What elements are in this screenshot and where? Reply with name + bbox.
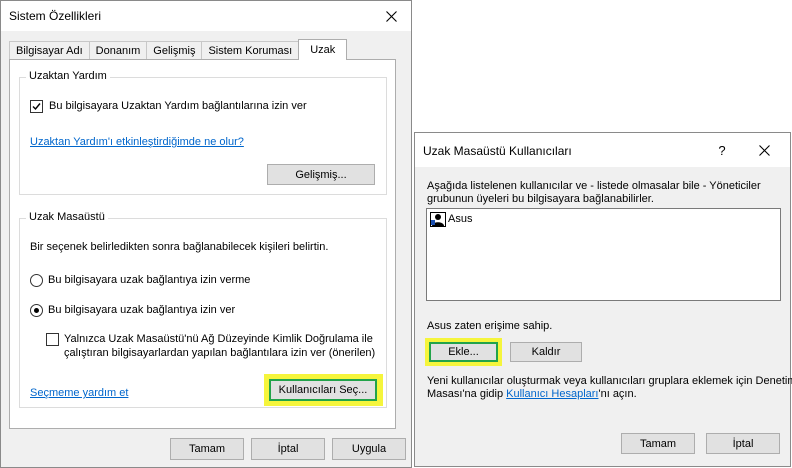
remote-tab-panel: Uzaktan Yardım Bu bilgisayara Uzaktan Ya… [9, 59, 396, 429]
window-title: Sistem Özellikleri [9, 9, 102, 23]
system-properties-window: Sistem Özellikleri Bilgisayar Adı Donanı… [0, 0, 412, 468]
rdusers-description-line2: grubunun üyeleri bu bilgisayara bağlanab… [427, 193, 654, 205]
remote-desktop-group: Uzak Masaüstü Bir seçenek belirledikten … [19, 211, 387, 408]
nla-label-line1[interactable]: Yalnızca Uzak Masaüstü'nü Ağ Düzeyinde K… [64, 333, 373, 345]
deny-remote-radio[interactable] [30, 274, 43, 287]
close-button[interactable] [371, 1, 411, 31]
ok-button[interactable]: Tamam [170, 438, 244, 460]
remote-desktop-description: Bir seçenek belirledikten sonra bağlanab… [30, 241, 329, 253]
user-name: Asus [448, 213, 473, 225]
access-status-text: Asus zaten erişime sahip. [427, 320, 553, 332]
close-icon [385, 10, 397, 22]
info-text-suffix: 'nı açın. [598, 388, 637, 400]
help-button[interactable]: ? [704, 133, 740, 167]
rdusers-titlebar[interactable]: Uzak Masaüstü Kullanıcıları ? [415, 133, 790, 167]
apply-button[interactable]: Uygula [332, 438, 406, 460]
allow-remote-radio[interactable] [30, 304, 43, 317]
tab-computer-name[interactable]: Bilgisayar Adı [9, 41, 90, 60]
dialog-cancel-button[interactable]: İptal [706, 433, 780, 454]
dialog-close-button[interactable] [744, 133, 784, 167]
remove-button[interactable]: Kaldır [510, 342, 582, 362]
user-icon [430, 212, 446, 227]
system-properties-titlebar[interactable]: Sistem Özellikleri [1, 1, 411, 31]
allow-remote-label[interactable]: Bu bilgisayara uzak bağlantıya izin ver [48, 304, 235, 316]
select-users-button[interactable]: Kullanıcıları Seç... [269, 379, 377, 401]
list-item[interactable]: Asus [430, 212, 490, 228]
rdusers-description-line1: Aşağıda listelenen kullanıcılar ve - lis… [427, 180, 761, 192]
remote-desktop-users-dialog: Uzak Masaüstü Kullanıcıları ? Aşağıda li… [414, 132, 792, 467]
info-text-prefix: Masası'na gidip [427, 388, 507, 400]
info-text-line1: Yeni kullanıcılar oluşturmak veya kullan… [427, 375, 792, 387]
close-icon [758, 144, 770, 156]
tab-advanced[interactable]: Gelişmiş [146, 41, 203, 60]
tab-remote[interactable]: Uzak [298, 39, 348, 60]
allow-remote-assistance-checkbox[interactable] [30, 100, 43, 113]
help-icon: ? [718, 142, 726, 158]
help-me-choose-link[interactable]: Seçmeme yardım et [30, 387, 128, 399]
remote-assistance-legend: Uzaktan Yardım [26, 70, 110, 82]
dialog-title: Uzak Masaüstü Kullanıcıları [423, 144, 572, 158]
remote-desktop-legend: Uzak Masaüstü [26, 211, 108, 223]
checkmark-icon [32, 103, 41, 111]
allow-remote-assistance-label[interactable]: Bu bilgisayara Uzaktan Yardım bağlantıla… [49, 100, 307, 112]
tab-system-protection[interactable]: Sistem Koruması [201, 41, 300, 60]
add-button[interactable]: Ekle... [429, 342, 498, 362]
tab-strip: Bilgisayar Adı Donanım Gelişmiş Sistem K… [9, 39, 348, 60]
info-text-line2: Masası'na gidip Kullanıcı Hesapları'nı a… [427, 388, 637, 400]
deny-remote-label[interactable]: Bu bilgisayara uzak bağlantıya izin verm… [48, 274, 250, 286]
cancel-button[interactable]: İptal [251, 438, 325, 460]
users-listbox[interactable]: Asus [426, 208, 781, 301]
remote-assistance-advanced-button[interactable]: Gelişmiş... [267, 164, 375, 185]
user-accounts-link[interactable]: Kullanıcı Hesapları [506, 388, 598, 400]
remote-assistance-group: Uzaktan Yardım Bu bilgisayara Uzaktan Ya… [19, 70, 387, 195]
nla-checkbox[interactable] [46, 333, 59, 346]
tab-hardware[interactable]: Donanım [88, 41, 148, 60]
nla-label-line2[interactable]: çalıştıran bilgisayarlardan yapılan bağl… [64, 347, 375, 359]
remote-assistance-help-link[interactable]: Uzaktan Yardım'ı etkinleştirdiğimde ne o… [30, 136, 244, 148]
dialog-ok-button[interactable]: Tamam [621, 433, 695, 454]
